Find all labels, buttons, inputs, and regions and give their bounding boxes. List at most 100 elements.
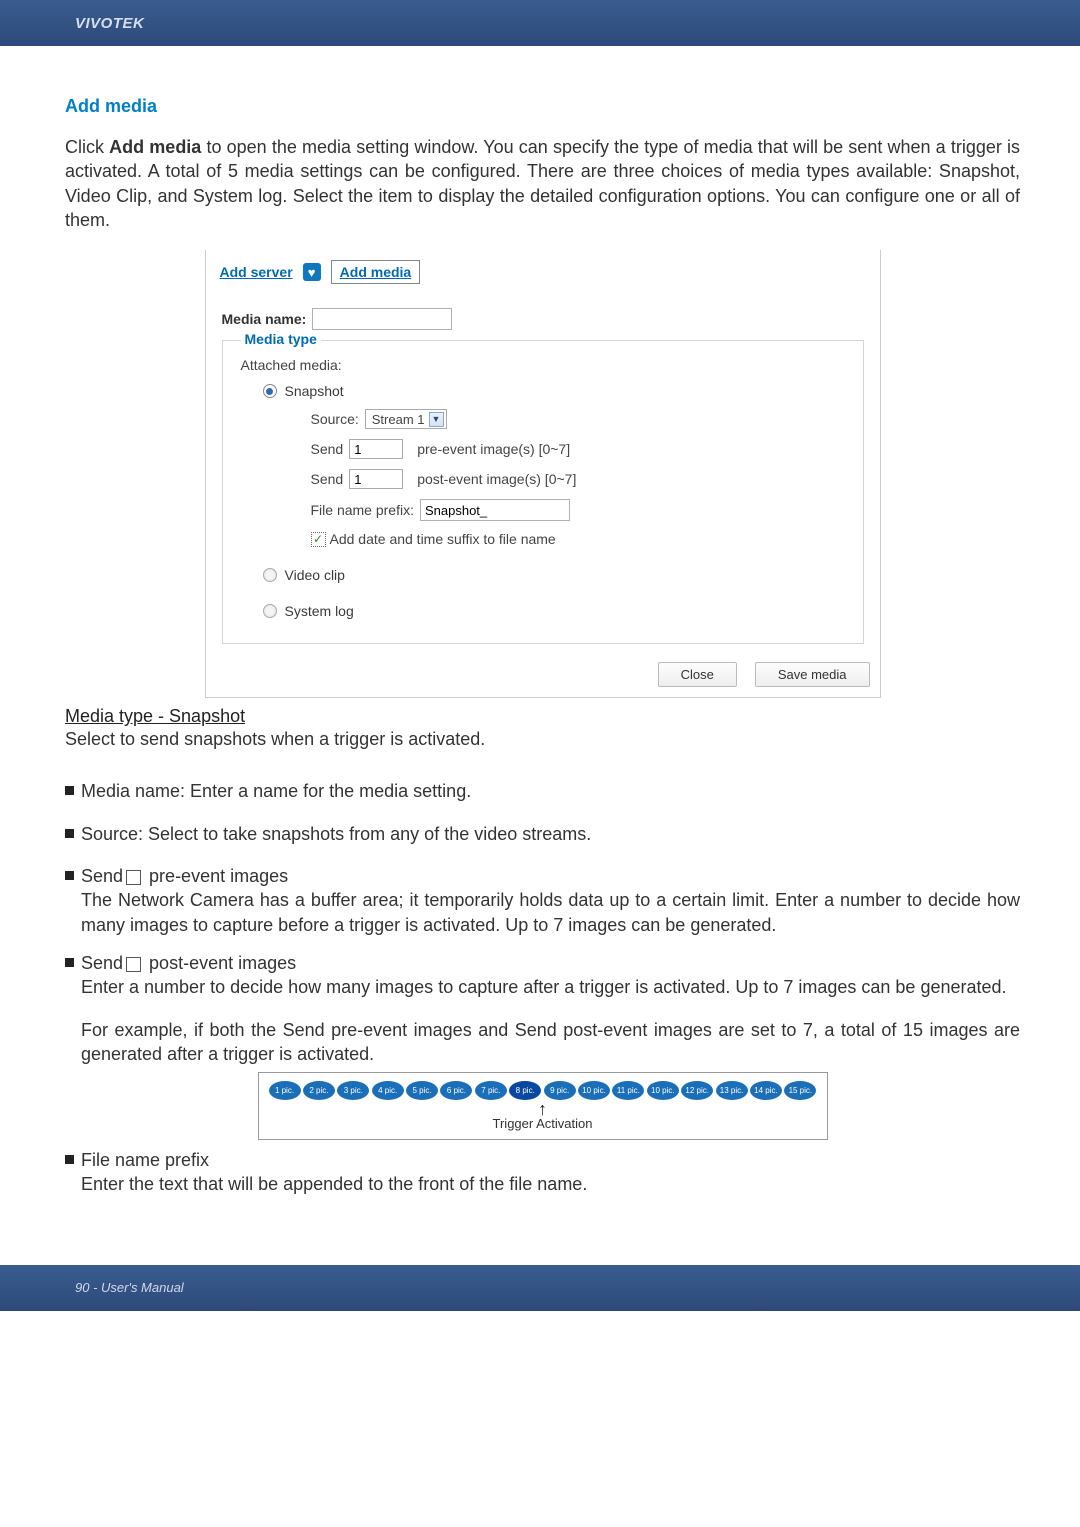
- bullet-pre-event: Send pre-event images The Network Camera…: [65, 864, 1020, 937]
- bullet-pre-content: Send pre-event images The Network Camera…: [81, 864, 1020, 937]
- pic-oval: 15 pic.: [784, 1081, 816, 1100]
- add-media-tab[interactable]: Add media: [331, 260, 421, 284]
- send-label-post: Send: [311, 471, 344, 487]
- bullet-icon: [65, 829, 74, 838]
- intro-bold: Add media: [109, 137, 201, 157]
- media-type-fieldset: Media type Attached media: Snapshot Sour…: [222, 340, 864, 644]
- pic-oval: 6 pic.: [440, 1081, 472, 1100]
- radio-snapshot-row[interactable]: Snapshot: [241, 373, 845, 409]
- media-type-sub: Select to send snapshots when a trigger …: [65, 727, 1020, 751]
- bullet-icon: [65, 871, 74, 880]
- dialog-tabs: Add server ♥ Add media: [206, 250, 880, 290]
- pic-oval: 12 pic.: [681, 1081, 713, 1100]
- pic-oval: 9 pic.: [544, 1081, 576, 1100]
- pic-oval: 14 pic.: [750, 1081, 782, 1100]
- snapshot-options: Source: Stream 1 ▼ Send pre-event image(…: [241, 409, 845, 547]
- status-heart-icon: ♥: [303, 263, 321, 281]
- trigger-activation-label: Trigger Activation: [493, 1116, 593, 1131]
- bullet-icon: [65, 786, 74, 795]
- pre-event-input[interactable]: [349, 439, 403, 459]
- pre-event-suffix: pre-event image(s) [0~7]: [417, 441, 570, 457]
- bullet-source-text: Source: Select to take snapshots from an…: [81, 822, 591, 846]
- pic-oval: 10 pic.: [647, 1081, 679, 1100]
- media-name-row: Media name:: [222, 308, 864, 330]
- file-prefix-row: File name prefix:: [311, 499, 845, 521]
- file-prefix-input[interactable]: [420, 499, 570, 521]
- source-dropdown[interactable]: Stream 1 ▼: [365, 409, 447, 429]
- chevron-down-icon: ▼: [429, 412, 444, 427]
- radio-system[interactable]: [263, 604, 277, 618]
- send-pre-suffix: pre-event images: [144, 866, 288, 886]
- pic-oval: 7 pic.: [475, 1081, 507, 1100]
- radio-system-label: System log: [285, 603, 354, 619]
- send-pre-para: The Network Camera has a buffer area; it…: [81, 888, 1020, 937]
- radio-video-row[interactable]: Video clip: [241, 557, 845, 593]
- close-button[interactable]: Close: [658, 662, 737, 687]
- bullet-media-name: Media name: Enter a name for the media s…: [65, 779, 1020, 803]
- pic-oval-trigger: 8 pic.: [509, 1081, 541, 1100]
- intro-rest: to open the media setting window. You ca…: [65, 137, 1020, 230]
- input-placeholder-icon: [126, 870, 141, 885]
- suffix-checkbox-row: ✓ Add date and time suffix to file name: [311, 531, 845, 547]
- file-prefix-para: Enter the text that will be appended to …: [81, 1172, 587, 1196]
- date-suffix-label: Add date and time suffix to file name: [330, 531, 556, 547]
- send-post-label: Send: [81, 953, 123, 973]
- send-label-pre: Send: [311, 441, 344, 457]
- example-para: For example, if both the Send pre-event …: [65, 1018, 1020, 1067]
- bullet-file-prefix: File name prefix Enter the text that wil…: [65, 1148, 1020, 1197]
- bullet-post-content: Send post-event images Enter a number to…: [81, 951, 1007, 1000]
- media-name-input[interactable]: [312, 308, 452, 330]
- header-bar: VIVOTEK: [0, 0, 1080, 46]
- media-name-label: Media name:: [222, 311, 307, 327]
- date-suffix-checkbox[interactable]: ✓: [311, 532, 326, 547]
- send-post-para: Enter a number to decide how many images…: [81, 975, 1007, 999]
- add-server-tab[interactable]: Add server: [220, 264, 293, 280]
- radio-snapshot-label: Snapshot: [285, 383, 344, 399]
- bullet-source: Source: Select to take snapshots from an…: [65, 822, 1020, 846]
- input-placeholder-icon: [126, 957, 141, 972]
- file-prefix-label: File name prefix:: [311, 502, 414, 518]
- radio-video[interactable]: [263, 568, 277, 582]
- check-icon: ✓: [313, 532, 323, 546]
- pic-oval: 1 pic.: [269, 1081, 301, 1100]
- send-pre-label: Send: [81, 866, 123, 886]
- brand-logo: VIVOTEK: [75, 15, 144, 32]
- pre-event-row: Send pre-event image(s) [0~7]: [311, 439, 845, 459]
- pic-oval: 10 pic.: [578, 1081, 610, 1100]
- pic-oval: 11 pic.: [612, 1081, 644, 1100]
- trigger-arrow-col: ↑ Trigger Activation: [269, 1102, 817, 1131]
- bullet-icon: [65, 1155, 74, 1164]
- footer-bar: 90 - User's Manual: [0, 1265, 1080, 1311]
- source-row: Source: Stream 1 ▼: [311, 409, 845, 429]
- footer-page-label: 90 - User's Manual: [75, 1280, 184, 1295]
- section-title: Add media: [65, 96, 1020, 117]
- pic-oval: 3 pic.: [337, 1081, 369, 1100]
- send-post-suffix: post-event images: [144, 953, 296, 973]
- radio-snapshot[interactable]: [263, 384, 277, 398]
- file-prefix-title: File name prefix: [81, 1150, 209, 1170]
- pic-oval: 5 pic.: [406, 1081, 438, 1100]
- post-event-row: Send post-event image(s) [0~7]: [311, 469, 845, 489]
- media-type-heading: Media type - Snapshot: [65, 706, 1020, 727]
- dialog-buttons: Close Save media: [206, 654, 880, 697]
- source-value: Stream 1: [372, 412, 425, 427]
- bullet-media-name-text: Media name: Enter a name for the media s…: [81, 779, 471, 803]
- pic-oval: 4 pic.: [372, 1081, 404, 1100]
- source-label: Source:: [311, 411, 359, 427]
- pic-oval: 2 pic.: [303, 1081, 335, 1100]
- bullet-file-prefix-content: File name prefix Enter the text that wil…: [81, 1148, 587, 1197]
- trigger-diagram: 1 pic. 2 pic. 3 pic. 4 pic. 5 pic. 6 pic…: [258, 1072, 828, 1140]
- radio-system-row[interactable]: System log: [241, 593, 845, 629]
- media-type-legend: Media type: [241, 331, 321, 347]
- intro-prefix: Click: [65, 137, 109, 157]
- pic-oval: 13 pic.: [716, 1081, 748, 1100]
- media-dialog: Add server ♥ Add media Media name: Media…: [205, 250, 881, 698]
- page-content: Add media Click Add media to open the me…: [0, 46, 1080, 1229]
- dialog-body: Media name: Media type Attached media: S…: [206, 290, 880, 654]
- intro-paragraph: Click Add media to open the media settin…: [65, 135, 1020, 232]
- save-media-button[interactable]: Save media: [755, 662, 870, 687]
- post-event-input[interactable]: [349, 469, 403, 489]
- arrow-up-icon: ↑: [538, 1102, 547, 1116]
- pic-row: 1 pic. 2 pic. 3 pic. 4 pic. 5 pic. 6 pic…: [269, 1081, 817, 1100]
- radio-video-label: Video clip: [285, 567, 345, 583]
